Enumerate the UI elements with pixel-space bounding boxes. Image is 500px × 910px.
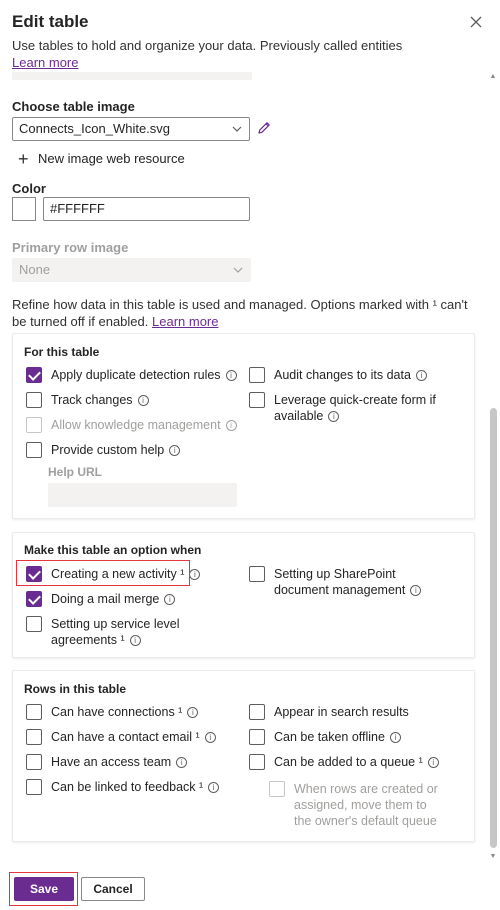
info-icon[interactable]: i	[225, 370, 237, 381]
chevron-down-icon	[231, 123, 243, 135]
checkbox[interactable]	[26, 442, 42, 458]
info-icon[interactable]: i	[208, 782, 220, 793]
option-default-queue: When rows are created or assigned, move …	[269, 781, 444, 829]
checkbox[interactable]	[26, 779, 42, 795]
checkbox[interactable]	[26, 591, 42, 607]
scrollbar[interactable]: ▲ ▼	[488, 72, 498, 862]
panel-title: Edit table	[12, 12, 89, 31]
table-image-label: Choose table image	[12, 99, 135, 114]
highlight-save	[9, 872, 78, 906]
refine-learn-more-link[interactable]: Learn more	[152, 314, 218, 329]
info-icon[interactable]: i	[415, 370, 427, 381]
option-queue[interactable]: Can be added to a queue ¹i	[249, 754, 439, 770]
scroll-thumb[interactable]	[490, 408, 497, 848]
info-icon[interactable]: i	[389, 732, 401, 743]
checkbox	[26, 417, 42, 433]
option-mail-merge[interactable]: Doing a mail merge i	[26, 591, 176, 607]
checkbox[interactable]	[249, 704, 265, 720]
primary-row-image-select: None	[12, 258, 251, 282]
checkbox[interactable]	[26, 729, 42, 745]
checkbox[interactable]	[26, 392, 42, 408]
chevron-down-icon	[232, 264, 244, 276]
info-icon[interactable]: i	[129, 635, 141, 646]
info-icon[interactable]: i	[204, 732, 216, 743]
edit-table-panel: Edit table Use tables to hold and organi…	[0, 0, 500, 910]
table-image-select[interactable]: Connects_Icon_White.svg	[12, 117, 250, 141]
section-for-this-table: For this table Apply duplicate detection…	[12, 333, 475, 519]
color-swatch[interactable]	[12, 197, 36, 221]
color-label: Color	[12, 181, 46, 196]
info-icon[interactable]: i	[189, 569, 201, 580]
option-contact-email[interactable]: Can have a contact email ¹i	[26, 729, 216, 745]
footer: Save Cancel	[0, 862, 500, 910]
close-icon[interactable]	[466, 12, 486, 32]
section-option-when: Make this table an option when Creating …	[12, 532, 475, 658]
checkbox[interactable]	[26, 704, 42, 720]
info-icon[interactable]: i	[176, 757, 188, 768]
highlight-new-activity	[16, 560, 190, 586]
table-image-value: Connects_Icon_White.svg	[19, 121, 171, 136]
option-audit-changes[interactable]: Audit changes to its data i	[249, 367, 427, 383]
cancel-button[interactable]: Cancel	[81, 877, 145, 901]
color-hex-value: #FFFFFF	[50, 201, 105, 216]
option-track-changes[interactable]: Track changes i	[26, 392, 149, 408]
scroll-area[interactable]: Choose table image Connects_Icon_White.s…	[0, 72, 500, 862]
info-icon: i	[225, 420, 237, 431]
info-icon[interactable]: i	[137, 395, 149, 406]
info-icon[interactable]: i	[328, 411, 340, 422]
option-duplicate-detection[interactable]: Apply duplicate detection rules i	[26, 367, 237, 383]
new-image-web-resource-button[interactable]: + New image web resource	[18, 149, 185, 170]
checkbox[interactable]	[26, 367, 42, 383]
info-icon[interactable]: i	[187, 707, 199, 718]
refine-paragraph: Refine how data in this table is used an…	[12, 296, 482, 330]
section-title: Make this table an option when	[24, 543, 202, 557]
color-hex-input[interactable]: #FFFFFF	[43, 197, 250, 221]
primary-row-image-label: Primary row image	[12, 240, 129, 255]
checkbox[interactable]	[249, 754, 265, 770]
help-url-label: Help URL	[48, 465, 102, 479]
refine-text: Refine how data in this table is used an…	[12, 297, 468, 329]
info-icon[interactable]: i	[169, 445, 181, 456]
section-title: Rows in this table	[24, 682, 127, 696]
scroll-down-icon[interactable]: ▼	[488, 852, 498, 862]
section-rows: Rows in this table Can have connections …	[12, 670, 475, 842]
panel-subtitle: Use tables to hold and organize your dat…	[12, 38, 403, 53]
checkbox[interactable]	[249, 566, 265, 582]
checkbox[interactable]	[26, 754, 42, 770]
truncated-input	[12, 72, 252, 80]
option-knowledge-management: Allow knowledge management i	[26, 417, 237, 433]
new-resource-label: New image web resource	[38, 151, 185, 166]
section-title: For this table	[24, 345, 100, 359]
option-sharepoint[interactable]: Setting up SharePoint document managemen…	[249, 566, 449, 598]
pencil-icon[interactable]	[256, 120, 272, 136]
option-search-results[interactable]: Appear in search results	[249, 704, 409, 720]
info-icon[interactable]: i	[427, 757, 439, 768]
checkbox[interactable]	[249, 367, 265, 383]
checkbox[interactable]	[249, 392, 265, 408]
option-connections[interactable]: Can have connections ¹i	[26, 704, 199, 720]
checkbox[interactable]	[26, 616, 42, 632]
scroll-up-icon[interactable]: ▲	[488, 72, 498, 82]
info-icon[interactable]: i	[410, 585, 422, 596]
plus-icon: +	[18, 149, 29, 169]
option-custom-help[interactable]: Provide custom help i	[26, 442, 181, 458]
primary-row-image-value: None	[19, 262, 51, 277]
info-icon[interactable]: i	[164, 594, 176, 605]
option-quick-create[interactable]: Leverage quick-create form if available i	[249, 392, 449, 424]
checkbox	[269, 781, 285, 797]
learn-more-link[interactable]: Learn more	[12, 55, 78, 70]
option-access-team[interactable]: Have an access team i	[26, 754, 188, 770]
option-offline[interactable]: Can be taken offline i	[249, 729, 401, 745]
help-url-input	[48, 483, 237, 507]
checkbox[interactable]	[249, 729, 265, 745]
option-feedback[interactable]: Can be linked to feedback ¹i	[26, 779, 220, 795]
option-service-level-agreements[interactable]: Setting up service level agreements ¹i	[26, 616, 196, 648]
